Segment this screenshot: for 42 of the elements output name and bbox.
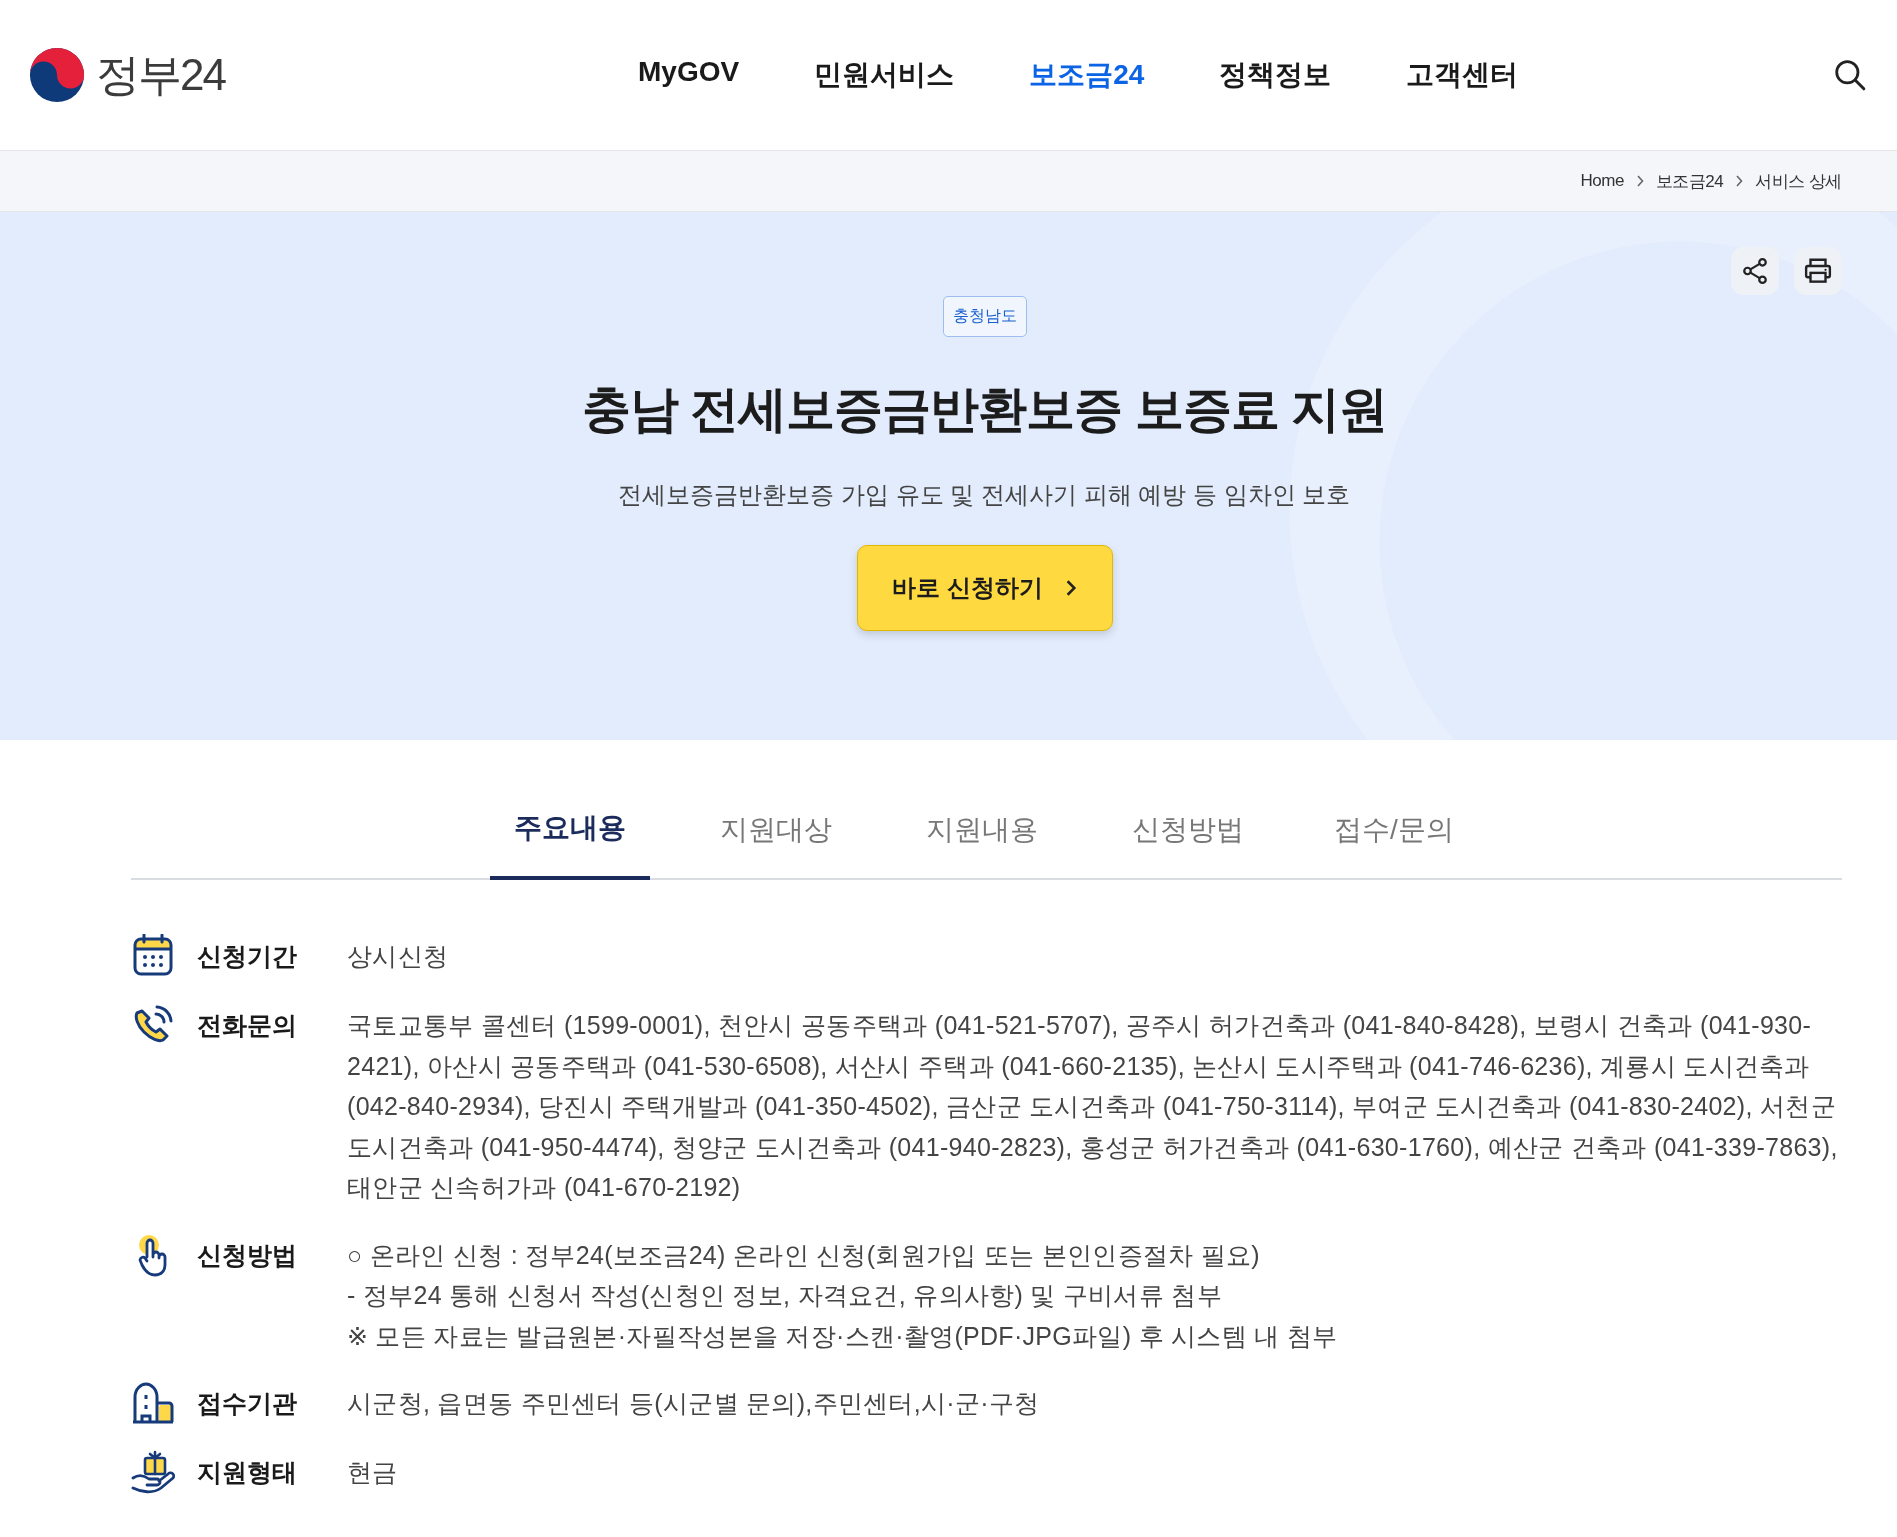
breadcrumb-link[interactable]: 서비스 상세: [1755, 169, 1842, 193]
service-title: 충남 전세보증금반환보증 보증료 지원: [581, 381, 1388, 438]
content-tab[interactable]: 신청방법: [1108, 780, 1268, 880]
detail-label: 지원형태: [197, 1457, 298, 1488]
nav-menu-item[interactable]: 정책정보: [1219, 56, 1332, 94]
breadcrumb-link[interactable]: Home: [1580, 171, 1624, 191]
search-icon[interactable]: [1833, 58, 1867, 92]
nav-menu-item[interactable]: 민원서비스: [814, 56, 955, 94]
nav-menu-item[interactable]: 고객센터: [1406, 56, 1519, 94]
nav-menu-item[interactable]: MyGOV: [638, 56, 740, 94]
print-icon: [1803, 256, 1833, 286]
detail-label: 신청기간: [197, 941, 298, 972]
detail-text: ○ 온라인 신청 : 정부24(보조금24) 온라인 신청(회원가입 또는 본인인증절차 필요): [347, 1239, 1261, 1271]
detail-text: 현금: [347, 1457, 399, 1488]
detail-text: ※ 모든 자료는 발급원본·자필작성본을 저장·스캔·촬영(PDF·JPG파일) 후 시스템 내 첨부: [347, 1320, 1339, 1352]
detail-text: 상시신청: [347, 941, 450, 972]
breadcrumb-link[interactable]: 보조금24: [1655, 169, 1724, 193]
taegeuk-logo-icon: [28, 46, 86, 104]
detail-label: 전화문의: [197, 1010, 298, 1041]
hand-with-gift-icon: [131, 1450, 175, 1494]
chevron-right-icon: [1635, 175, 1644, 187]
print-button[interactable]: [1794, 247, 1842, 295]
detail-text: 국토교통부 콜센터 (1599-0001), 천안시 공동주택과 (041-521-5707), 공주시 허가건축과 (041-840-8428), 보령시 건축과 (041-930-2421), 아산시 공동주택과 (041-530-6508), 서산시 주택과 (041-660-2135), 논산시 도시주택과 (041-746-6236), 계룡시 도시건축과 (042-840-2934), 당진시 주택개발과 (041-350-4502), 금산군 도시건축과 (041-750-3114), 부여군 도시건축과 (041-830-2402), 서천군 도시건축과 (041-950-4474), 청양군 도시건축과 (041-940-2823), 홍성군 허가건축과 (041-630-1760), 예산군 건축과 (041-339-7863), 태안군 신속허가과 (041-670-2192): [347, 1010, 1839, 1203]
detail-text: 시군청, 읍면동 주민센터 등(시군별 문의),주민센터,시·군·구청: [347, 1388, 1041, 1419]
site-logo-text[interactable]: 정부24: [96, 45, 225, 105]
apply-now-button[interactable]: 바로 신청하기: [856, 545, 1113, 631]
chevron-right-icon: [1735, 175, 1744, 187]
share-button[interactable]: [1731, 247, 1779, 295]
content-tab[interactable]: 주요내용: [490, 780, 650, 880]
nav-menu-item[interactable]: 보조금24: [1029, 56, 1145, 94]
calendar-icon: [131, 934, 175, 978]
detail-label: 신청방법: [197, 1239, 298, 1271]
content-tab[interactable]: 지원내용: [902, 780, 1062, 880]
building-icon: [131, 1381, 175, 1425]
content-tab[interactable]: 지원대상: [696, 780, 856, 880]
share-icon: [1740, 256, 1770, 286]
service-summary: 전세보증금반환보증 가입 유도 및 전세사기 피해 예방 등 임차인 보호: [618, 480, 1351, 510]
content-tab[interactable]: 접수/문의: [1314, 780, 1474, 880]
chevron-right-icon: [1064, 579, 1077, 597]
detail-label: 접수기관: [197, 1388, 298, 1419]
region-tag: 충청남도: [942, 296, 1027, 337]
detail-text: - 정부24 통해 신청서 작성(신청인 정보, 자격요건, 유의사항) 및 구비서류 첨부: [347, 1280, 1223, 1311]
